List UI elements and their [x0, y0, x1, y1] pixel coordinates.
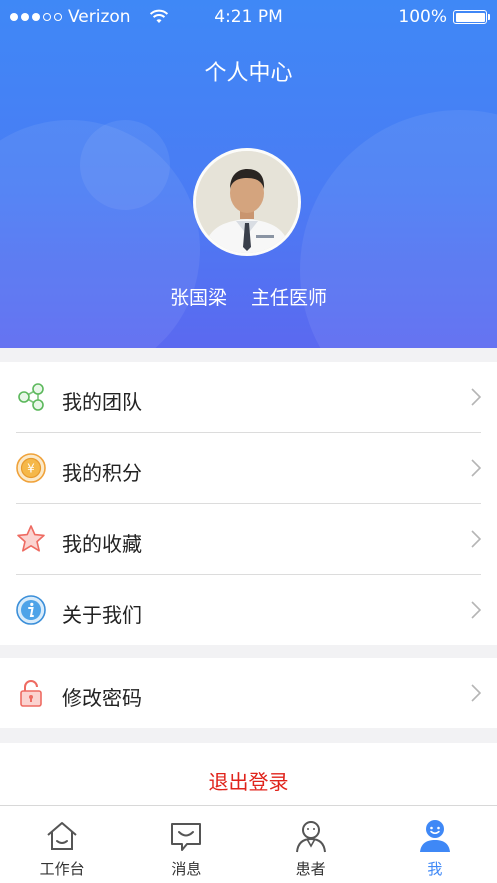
menu-item-change-password[interactable]: 修改密码	[0, 658, 497, 728]
tab-me[interactable]: 我	[373, 806, 497, 883]
patient-icon	[295, 821, 326, 853]
menu-item-my-team[interactable]: 我的团队	[0, 362, 497, 432]
tab-patients[interactable]: 患者	[249, 806, 373, 883]
menu-label: 我的团队	[62, 390, 142, 414]
menu-label: 关于我们	[62, 603, 142, 627]
doctor-name: 张国梁	[169, 287, 227, 309]
tab-label: 消息	[171, 860, 202, 878]
header-decoration	[80, 120, 170, 210]
page-title: 个人中心	[204, 61, 293, 86]
chevron-right-icon	[471, 388, 481, 406]
doctor-info: 张国梁 主任医师	[0, 283, 497, 310]
header-decoration	[300, 110, 497, 348]
profile-header: Verizon 4:21 PM 100% 个人中心 张国梁 主任医师	[0, 0, 497, 348]
chevron-right-icon	[471, 684, 481, 702]
menu-label: 我的积分	[62, 461, 142, 485]
battery-icon	[453, 10, 490, 24]
profile-icon	[419, 820, 450, 852]
info-icon	[16, 595, 46, 625]
tab-bar: 工作台 消息 患者 我	[0, 805, 497, 883]
avatar[interactable]	[193, 148, 301, 256]
chevron-right-icon	[471, 459, 481, 477]
menu-group-security: 修改密码	[0, 658, 497, 728]
lock-icon	[20, 680, 42, 707]
status-bar: Verizon 4:21 PM 100%	[0, 0, 497, 34]
tab-messages[interactable]: 消息	[124, 806, 248, 883]
points-coin-icon: ¥	[16, 453, 46, 483]
doctor-photo	[196, 151, 298, 253]
menu-item-about-us[interactable]: 关于我们	[0, 575, 497, 645]
tab-workbench[interactable]: 工作台	[0, 806, 124, 883]
doctor-title: 主任医师	[251, 287, 328, 309]
tab-label: 患者	[295, 860, 326, 878]
star-icon	[17, 525, 45, 552]
menu-item-my-favorites[interactable]: 我的收藏	[0, 504, 497, 574]
tab-label: 我	[427, 860, 443, 878]
tab-label: 工作台	[39, 860, 85, 878]
team-icon	[18, 383, 44, 411]
logout-label: 退出登录	[208, 770, 289, 794]
home-icon	[47, 822, 77, 850]
message-icon	[171, 823, 202, 851]
menu-group-main: 我的团队 ¥ 我的积分 我的收藏 关于我们	[0, 362, 497, 645]
chevron-right-icon	[471, 530, 481, 548]
svg-text:¥: ¥	[27, 462, 35, 476]
chevron-right-icon	[471, 601, 481, 619]
logout-button[interactable]: 退出登录	[0, 743, 497, 805]
menu-label: 修改密码	[62, 686, 142, 710]
menu-item-my-points[interactable]: ¥ 我的积分	[0, 433, 497, 503]
battery-percent: 100%	[398, 7, 447, 27]
menu-label: 我的收藏	[62, 532, 142, 556]
